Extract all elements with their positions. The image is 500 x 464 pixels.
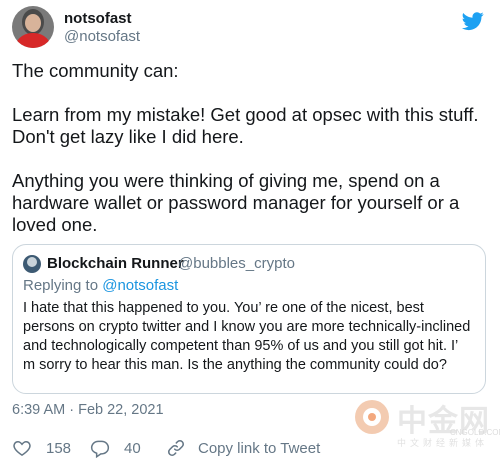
replying-to-prefix: Replying to xyxy=(23,277,99,294)
reply-button[interactable]: 40 xyxy=(90,436,141,460)
avatar-shirt xyxy=(14,33,52,48)
quoted-author-handle: @bubbles_crypto xyxy=(178,255,295,272)
replying-to-line: Replying to @notsofast xyxy=(23,277,178,294)
author-handle[interactable]: @notsofast xyxy=(64,28,140,45)
author-avatar[interactable] xyxy=(12,6,54,48)
twitter-bird-icon[interactable] xyxy=(460,10,486,32)
tweet-actions: 158 40 Copy link to Tweet xyxy=(12,436,488,460)
author-display-name[interactable]: notsofast xyxy=(64,10,132,27)
quoted-tweet[interactable]: Blockchain Runner @bubbles_crypto Replyi… xyxy=(12,244,486,394)
quoted-avatar-face xyxy=(27,257,37,267)
quoted-tweet-text: I hate that this happened to you. You’ r… xyxy=(23,300,471,373)
copy-link-label: Copy link to Tweet xyxy=(198,439,321,457)
quoted-author-display-name: Blockchain Runner xyxy=(47,255,184,272)
tweet-paragraph: Anything you were thinking of giving me,… xyxy=(12,170,460,235)
reply-count: 40 xyxy=(124,439,141,457)
tweet-body: The community can: Learn from my mistake… xyxy=(12,60,488,236)
avatar-face xyxy=(25,14,41,32)
copy-link-button[interactable]: Copy link to Tweet xyxy=(166,436,320,460)
heart-icon xyxy=(13,440,31,456)
quoted-author-avatar xyxy=(23,255,41,273)
tweet-timestamp[interactable]: 6:39 AM · Feb 22, 2021 xyxy=(12,402,164,418)
tweet-paragraph: Learn from my mistake! Get good at opsec… xyxy=(12,104,479,147)
replying-to-mention[interactable]: @notsofast xyxy=(102,277,178,294)
like-button[interactable]: 158 xyxy=(12,436,71,460)
tweet-paragraph: The community can: xyxy=(12,60,179,81)
reply-icon xyxy=(90,440,110,458)
link-icon xyxy=(168,440,184,456)
cngold-logo-icon xyxy=(355,400,389,434)
tweet-header: notsofast @notsofast xyxy=(12,6,488,52)
logo-center-dot xyxy=(368,413,376,421)
like-count: 158 xyxy=(46,439,72,457)
